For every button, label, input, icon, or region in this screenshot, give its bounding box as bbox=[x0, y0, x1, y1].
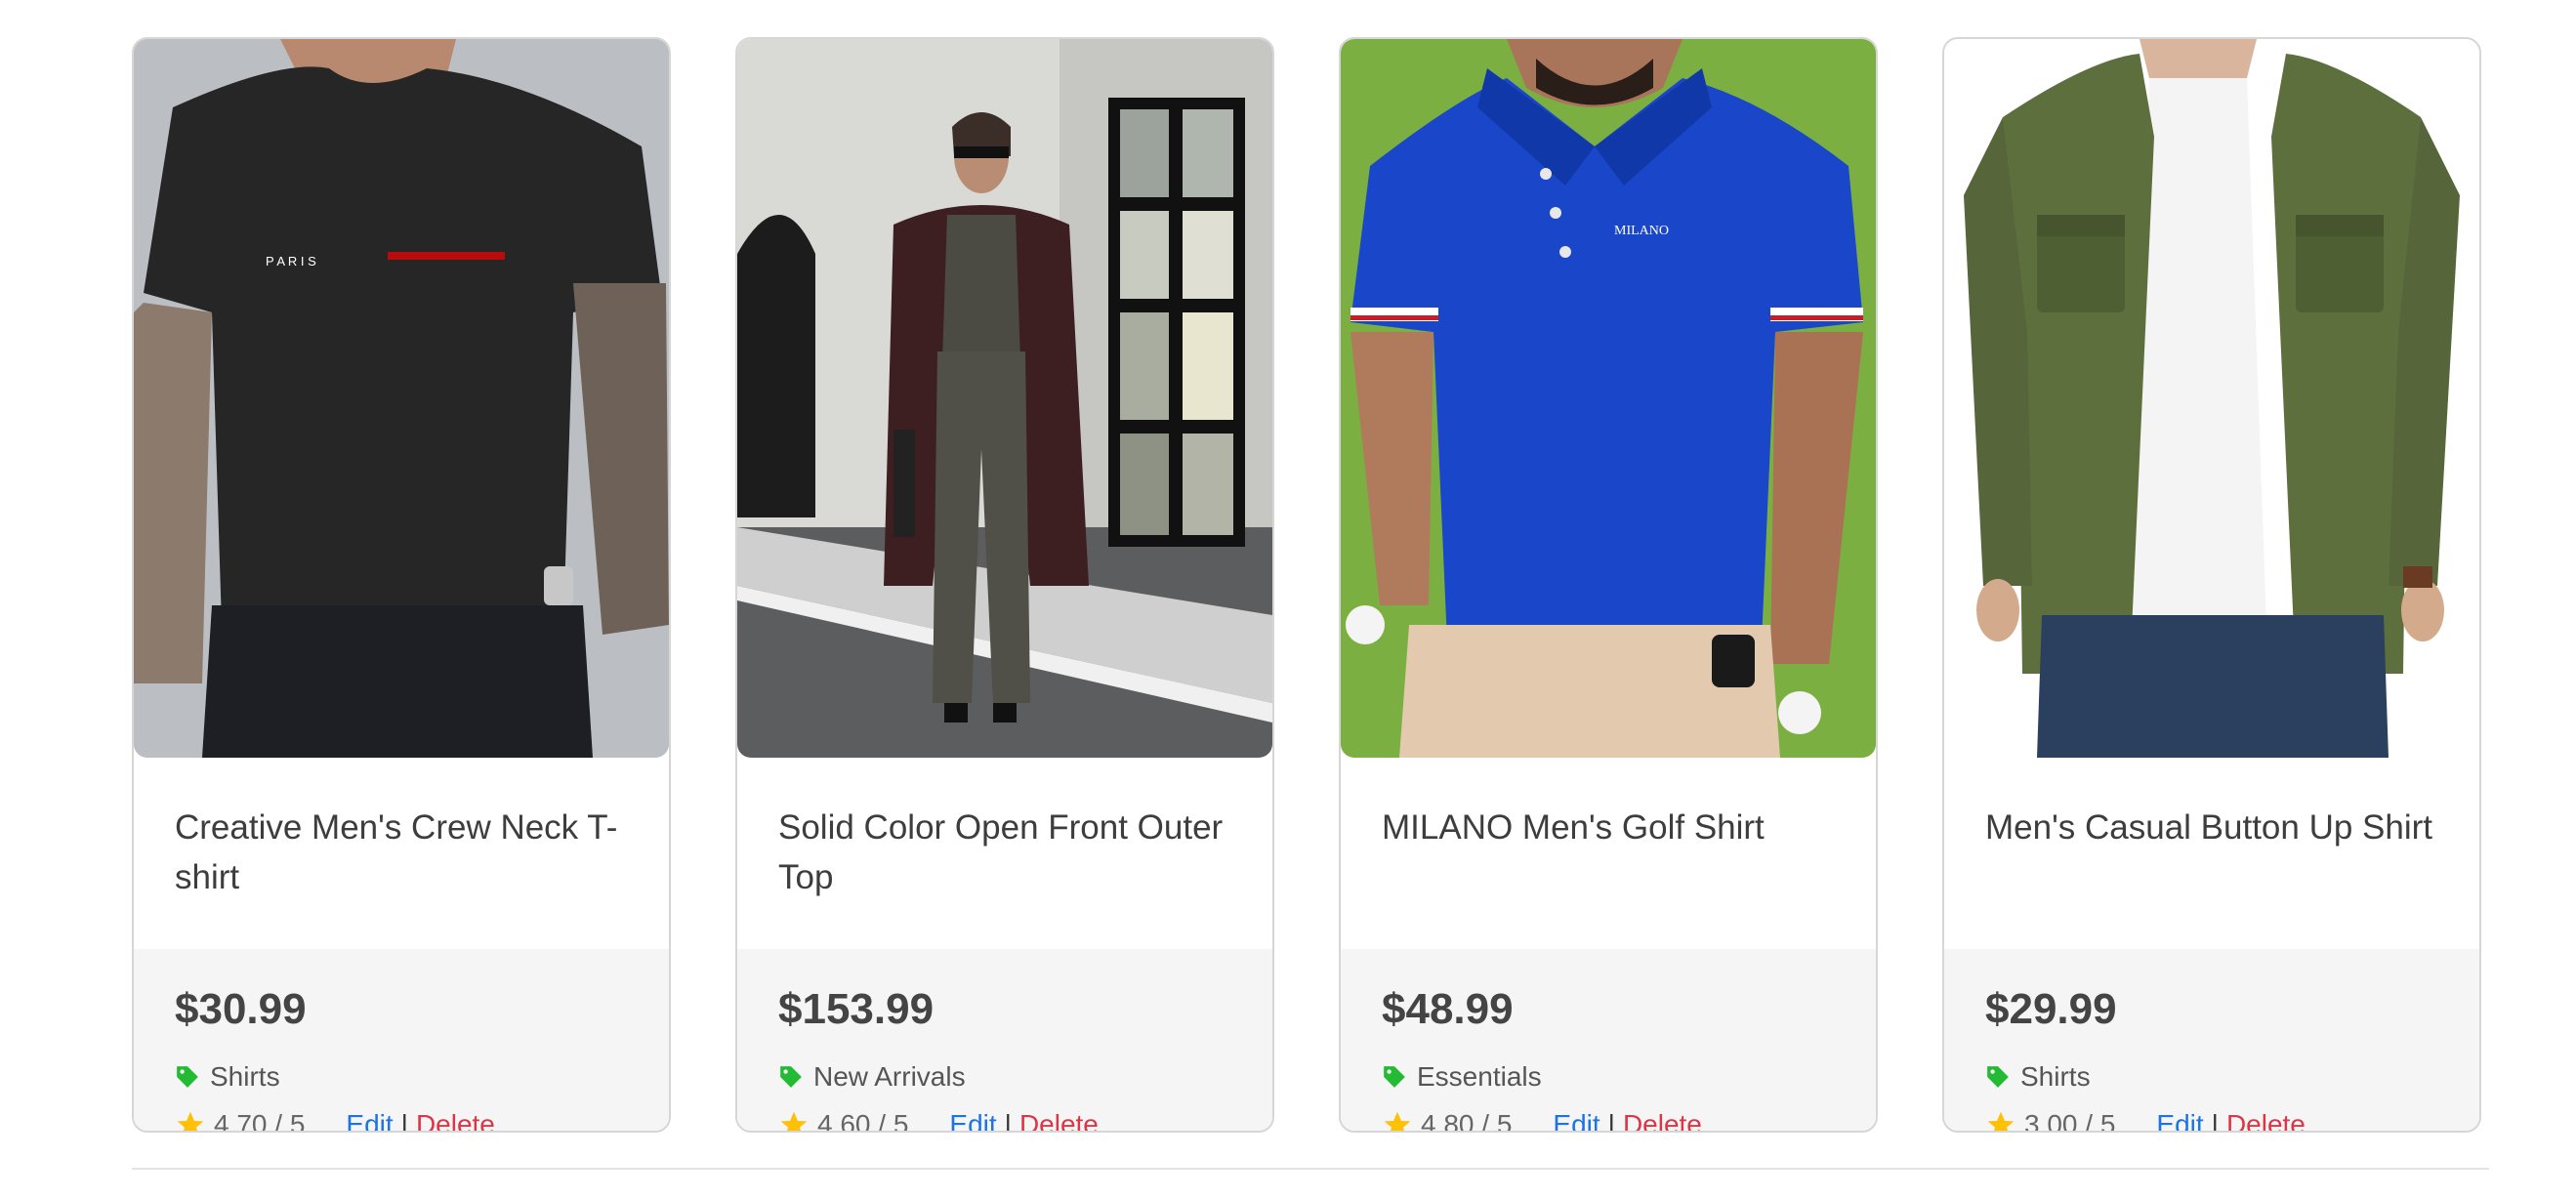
product-title[interactable]: Men's Casual Button Up Shirt bbox=[1985, 803, 2444, 852]
polo-logo-text: MILANO bbox=[1614, 224, 1669, 238]
star-icon bbox=[780, 1111, 808, 1131]
product-rating: 4.60 / 5 bbox=[817, 1109, 909, 1133]
product-category: New Arrivals bbox=[778, 1062, 966, 1092]
product-card[interactable]: P A R I S Creative Men's Crew Neck T-shi… bbox=[132, 37, 671, 1133]
product-price: $30.99 bbox=[175, 985, 307, 1033]
tshirt-print-text: P A R I S bbox=[266, 254, 316, 269]
product-image-coat[interactable] bbox=[737, 39, 1272, 758]
card-footer: $153.99 New Arrivals 4.60 / 5 Edit | Del… bbox=[737, 949, 1272, 1133]
product-card[interactable]: Solid Color Open Front Outer Top $153.99… bbox=[735, 37, 1274, 1133]
product-category: Shirts bbox=[175, 1062, 280, 1092]
delete-link[interactable]: Delete bbox=[2226, 1110, 2306, 1132]
product-meta: 4.70 / 5 Edit | Delete bbox=[175, 1109, 495, 1133]
product-grid: P A R I S Creative Men's Crew Neck T-shi… bbox=[132, 37, 2481, 1133]
product-price: $48.99 bbox=[1382, 985, 1514, 1033]
delete-link[interactable]: Delete bbox=[416, 1110, 495, 1132]
tag-icon bbox=[1384, 1066, 1405, 1088]
product-meta: 4.60 / 5 Edit | Delete bbox=[778, 1109, 1099, 1133]
product-meta: 3.00 / 5 Edit | Delete bbox=[1985, 1109, 2306, 1133]
delete-link[interactable]: Delete bbox=[1623, 1110, 1702, 1132]
star-icon bbox=[177, 1111, 204, 1131]
product-title[interactable]: Creative Men's Crew Neck T-shirt bbox=[175, 803, 634, 902]
product-category: Essentials bbox=[1382, 1062, 1542, 1092]
product-price: $153.99 bbox=[778, 985, 935, 1033]
product-card[interactable]: MILANO MILANO Men's Golf Shirt $48.99 Es… bbox=[1339, 37, 1878, 1133]
link-separator: | bbox=[400, 1109, 408, 1133]
link-separator: | bbox=[2211, 1109, 2219, 1133]
product-rating: 4.80 / 5 bbox=[1421, 1109, 1513, 1133]
product-title[interactable]: Solid Color Open Front Outer Top bbox=[778, 803, 1237, 902]
category-label: New Arrivals bbox=[813, 1061, 966, 1092]
category-label: Shirts bbox=[2020, 1061, 2091, 1092]
card-footer: $48.99 Essentials 4.80 / 5 Edit | Delete bbox=[1341, 949, 1876, 1133]
tag-icon bbox=[1987, 1066, 2009, 1088]
link-separator: | bbox=[1004, 1109, 1012, 1133]
edit-link[interactable]: Edit bbox=[949, 1110, 996, 1132]
product-image-shirt[interactable] bbox=[1944, 39, 2479, 758]
link-separator: | bbox=[1607, 1109, 1615, 1133]
product-category: Shirts bbox=[1985, 1062, 2091, 1092]
star-icon bbox=[1987, 1111, 2015, 1131]
product-image-polo[interactable]: MILANO bbox=[1341, 39, 1876, 758]
product-card[interactable]: Men's Casual Button Up Shirt $29.99 Shir… bbox=[1942, 37, 2481, 1133]
category-label: Shirts bbox=[210, 1061, 280, 1092]
tag-icon bbox=[780, 1066, 802, 1088]
star-icon bbox=[1384, 1111, 1411, 1131]
edit-link[interactable]: Edit bbox=[2156, 1110, 2203, 1132]
product-image-tshirt[interactable]: P A R I S bbox=[134, 39, 669, 758]
edit-link[interactable]: Edit bbox=[1553, 1110, 1600, 1132]
product-title[interactable]: MILANO Men's Golf Shirt bbox=[1382, 803, 1841, 852]
card-footer: $30.99 Shirts 4.70 / 5 Edit | Delete bbox=[134, 949, 669, 1133]
product-price: $29.99 bbox=[1985, 985, 2117, 1033]
edit-link[interactable]: Edit bbox=[346, 1110, 393, 1132]
tag-icon bbox=[177, 1066, 198, 1088]
product-rating: 4.70 / 5 bbox=[214, 1109, 306, 1133]
card-footer: $29.99 Shirts 3.00 / 5 Edit | Delete bbox=[1944, 949, 2479, 1133]
delete-link[interactable]: Delete bbox=[1019, 1110, 1099, 1132]
product-rating: 3.00 / 5 bbox=[2024, 1109, 2116, 1133]
product-meta: 4.80 / 5 Edit | Delete bbox=[1382, 1109, 1702, 1133]
category-label: Essentials bbox=[1417, 1061, 1542, 1092]
section-divider bbox=[132, 1168, 2489, 1170]
